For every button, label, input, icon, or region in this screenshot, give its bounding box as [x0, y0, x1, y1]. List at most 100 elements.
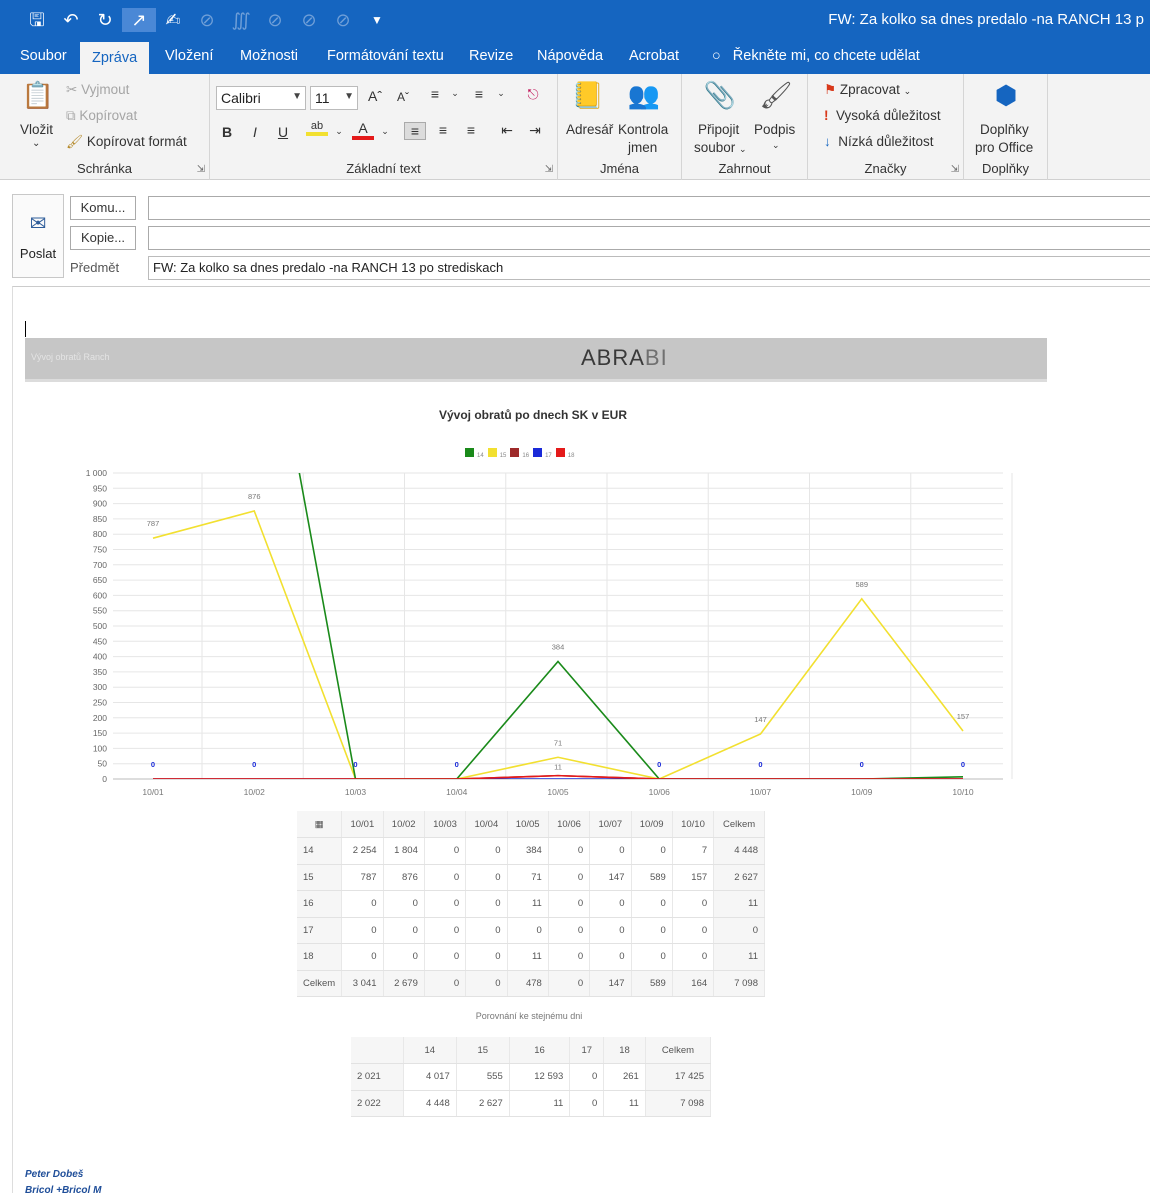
to-field[interactable] [148, 196, 1150, 220]
chevron-down-icon[interactable]: ⌄ [490, 88, 512, 99]
point-label-zero: 0 [353, 760, 357, 769]
numbering-icon[interactable]: ≡ [468, 86, 490, 102]
ribbon-tabs: Soubor Zpráva Vložení Možnosti Formátová… [0, 40, 1150, 74]
check-names-button[interactable]: Kontrola [618, 122, 668, 137]
copy-button[interactable]: ⧉ Kopírovat [66, 108, 137, 124]
brush-icon[interactable]: ⊘ [190, 8, 224, 32]
column-header: 16 [509, 1037, 571, 1064]
font-color-icon[interactable]: A [352, 120, 374, 140]
dialog-launcher-icon[interactable]: ⇲ [197, 164, 205, 175]
touch-icon[interactable]: ✍ [156, 8, 190, 32]
paperclip-icon[interactable]: 📎 [702, 80, 738, 111]
table-cell: 7 098 [645, 1090, 712, 1117]
brush3-icon[interactable]: ⊘ [292, 8, 326, 32]
table-cell: 0 [589, 917, 632, 944]
check-names-icon[interactable]: 👥 [626, 80, 662, 111]
followup-button[interactable]: ⚑ Zpracovat ⌄ [824, 82, 911, 98]
bold-button[interactable]: B [216, 124, 238, 140]
point-label-zero: 0 [758, 760, 762, 769]
y-tick-label: 650 [93, 575, 107, 585]
y-tick-label: 450 [93, 636, 107, 646]
tab-vlozeni[interactable]: Vložení [153, 40, 225, 74]
address-book-icon[interactable]: 📒 [570, 80, 606, 111]
dialog-launcher-icon[interactable]: ⇲ [545, 164, 553, 175]
low-importance-button[interactable]: ↓ Nízká důležitost [824, 134, 934, 149]
high-importance-button[interactable]: ! Vysoká důležitost [824, 108, 941, 123]
message-body[interactable]: Vývoj obratů Ranch ABRABI Vývoj obratů p… [12, 286, 1150, 1196]
chevron-down-icon[interactable]: ⌄ [772, 140, 780, 151]
brush2-icon[interactable]: ⊘ [258, 8, 292, 32]
clear-formatting-icon[interactable]: ⎋ [522, 86, 544, 103]
column-header: 10/09 [631, 811, 673, 838]
shrink-font-icon[interactable]: Aˇ [392, 90, 414, 104]
customize-icon[interactable]: ▼ [360, 8, 394, 32]
abra-bi-logo: ABRABI [581, 345, 668, 370]
to-button[interactable]: Komu... [70, 196, 136, 220]
save-icon[interactable]: 🖫 [20, 8, 54, 32]
tab-acrobat[interactable]: Acrobat [617, 40, 691, 74]
table-cell: 0 [589, 943, 632, 971]
italic-button[interactable]: I [244, 124, 266, 140]
chevron-down-icon: ▼ [344, 91, 354, 102]
group-tags: ⚑ Zpracovat ⌄ ! Vysoká důležitost ↓ Nízk… [808, 74, 964, 180]
formula-icon[interactable]: ∭ [224, 8, 258, 32]
column-header: 18 [603, 1037, 646, 1064]
paste-icon[interactable]: 📋 [20, 80, 56, 111]
tell-me-box[interactable]: ○ Řekněte mi, co chcete udělat [700, 40, 932, 74]
arrow-icon[interactable]: ↗ [122, 8, 156, 32]
tab-napoveda[interactable]: Nápověda [525, 40, 615, 74]
table-cell: 71 [507, 864, 549, 891]
chevron-down-icon[interactable]: ⌄ [374, 126, 396, 137]
paste-button[interactable]: Vložit [20, 122, 53, 137]
subject-field[interactable]: FW: Za kolko sa dnes predalo -na RANCH 1… [148, 256, 1150, 280]
format-painter-button[interactable]: 🖌 Kopírovat formát [66, 134, 187, 150]
address-book-button[interactable]: Adresář [566, 122, 613, 137]
dialog-launcher-icon[interactable]: ⇲ [951, 164, 959, 175]
y-tick-label: 500 [93, 621, 107, 631]
table-cell: 0 [465, 837, 508, 865]
font-select[interactable]: Calibri ▼ [216, 86, 306, 110]
signature-button[interactable]: Podpis [754, 122, 795, 137]
increase-indent-icon[interactable]: ⇥ [524, 122, 546, 139]
brush4-icon[interactable]: ⊘ [326, 8, 360, 32]
cc-button[interactable]: Kopie... [70, 226, 136, 250]
office-addins-icon[interactable]: ⬢ [986, 80, 1026, 111]
chevron-down-icon[interactable]: ⌄ [444, 88, 466, 99]
attach-file-button[interactable]: Připojit [698, 122, 739, 137]
table-row: 16 0 0 0 0 11 0 0 0 0 11 [297, 890, 765, 918]
cc-field[interactable] [148, 226, 1150, 250]
table-cell: 0 [548, 917, 591, 944]
table-cell: 0 [672, 917, 715, 944]
y-tick-label: 0 [102, 774, 107, 784]
table-cell: 3 041 [341, 970, 384, 997]
cut-button[interactable]: ✂ Vyjmout [66, 82, 129, 98]
send-button[interactable]: ✉ Poslat [12, 194, 64, 278]
undo-icon[interactable]: ↶ [54, 8, 88, 32]
bullets-icon[interactable]: ≡ [424, 86, 446, 102]
align-right-icon[interactable]: ≡ [460, 122, 482, 138]
column-header: 10/07 [589, 811, 632, 838]
decrease-indent-icon[interactable]: ⇤ [496, 122, 518, 139]
table-cell: 164 [672, 970, 715, 997]
tab-soubor[interactable]: Soubor [8, 40, 79, 74]
send-icon: ✉ [29, 213, 47, 235]
align-center-icon[interactable]: ≡ [432, 122, 454, 138]
font-size-select[interactable]: 11 ▼ [310, 86, 358, 110]
redo-icon[interactable]: ↻ [88, 8, 122, 32]
tab-zprava[interactable]: Zpráva [80, 42, 150, 74]
table-corner-icon[interactable]: ▦ [297, 811, 343, 838]
tab-moznosti[interactable]: Možnosti [228, 40, 310, 74]
grow-font-icon[interactable]: Aˆ [364, 88, 386, 104]
chevron-down-icon[interactable]: ⌄ [328, 126, 350, 137]
office-addins-button[interactable]: Doplňky [980, 122, 1029, 137]
row-label: 16 [297, 890, 343, 918]
tab-formatovani-textu[interactable]: Formátování textu [315, 40, 456, 74]
align-left-icon[interactable]: ≡ [404, 122, 426, 140]
paste-dropdown-icon[interactable]: ⌄ [32, 138, 40, 149]
underline-button[interactable]: U [272, 124, 294, 140]
signature-icon[interactable]: 🖌 [758, 80, 794, 111]
tab-revize[interactable]: Revize [457, 40, 525, 74]
highlight-icon[interactable]: ab [306, 120, 328, 136]
table-cell: 7 098 [713, 970, 765, 997]
table-cell: 0 [631, 890, 673, 918]
